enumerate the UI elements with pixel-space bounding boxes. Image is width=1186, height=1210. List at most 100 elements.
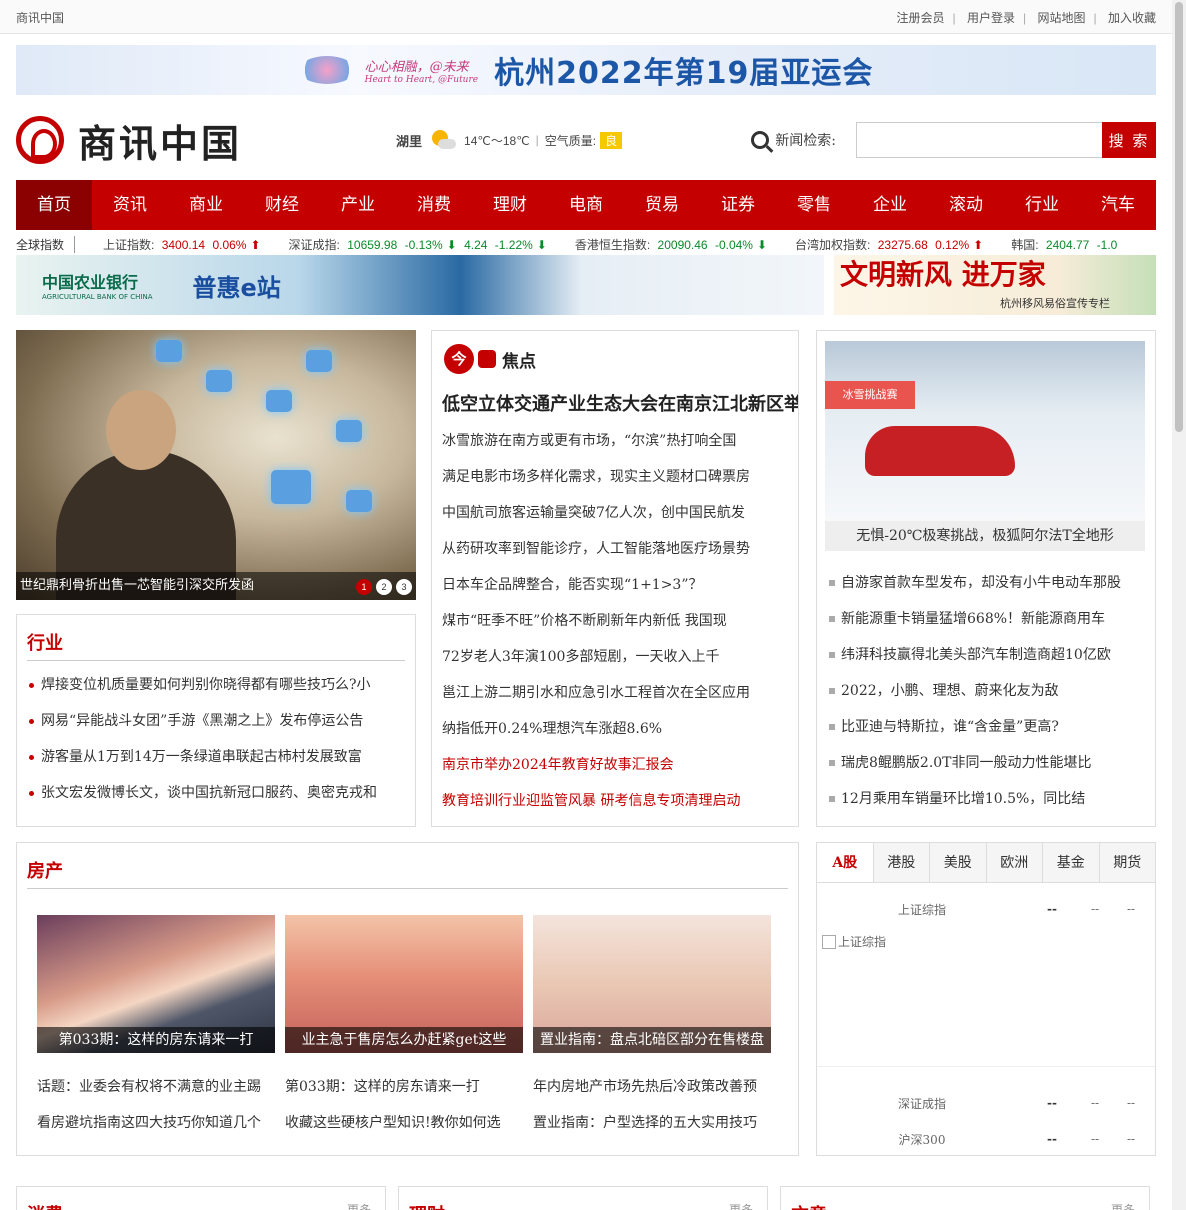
real-estate-card[interactable]: 第033期：这样的房东请来一打 — [37, 915, 275, 1053]
tab-hk-stocks[interactable]: 港股 — [872, 843, 930, 882]
ticker-item[interactable]: 香港恒生指数: 20090.46 -0.04% ⬇ — [575, 236, 767, 253]
list-item[interactable]: 煤市“旺季不旺”价格不断刷新年内新低 我国现 — [442, 603, 798, 639]
abc-brand: 普惠e站 — [192, 273, 281, 302]
site-logo[interactable]: 商讯中国 — [16, 113, 396, 168]
slider-dot[interactable]: 1 — [356, 579, 372, 595]
list-item[interactable]: 冰雪旅游在南方或更有市场，“尔滨”热打响全国 — [442, 423, 798, 459]
ticker-item[interactable]: 韩国: 2404.77 -1.0 — [1011, 236, 1117, 253]
nav-item-business[interactable]: 商业 — [168, 180, 244, 230]
ticker-item[interactable]: 上证指数: 3400.14 0.06% ⬆ — [103, 236, 261, 253]
list-item[interactable]: 纳指低开0.24%理想汽车涨超8.6% — [442, 711, 798, 747]
section-title[interactable]: 消费 — [27, 1201, 63, 1210]
nav-item-securities[interactable]: 证券 — [700, 180, 776, 230]
stock-row[interactable]: 深证成指 -- -- -- — [817, 1085, 1155, 1121]
section-title[interactable]: 方意 — [791, 1201, 827, 1210]
list-item[interactable]: 12月乘用车销量环比增10.5%，同比结 — [827, 781, 1147, 817]
tab-europe[interactable]: 欧洲 — [985, 843, 1043, 882]
nav-item-wealth[interactable]: 理财 — [472, 180, 548, 230]
aqi-badge: 良 — [600, 131, 623, 149]
more-link[interactable]: 更多 — [729, 1201, 753, 1210]
login-link[interactable]: 用户登录 — [967, 11, 1015, 25]
tab-funds[interactable]: 基金 — [1042, 843, 1099, 882]
arrow-down-icon: ⬇ — [536, 237, 547, 252]
list-item[interactable]: 话题：业委会有权将不满意的业主踢 — [37, 1069, 285, 1105]
headline-slider[interactable]: 世纪鼎利骨折出售一芯智能引深交所发函 1 2 3 — [16, 330, 416, 600]
ticker-item[interactable]: 台湾加权指数: 23275.68 0.12% ⬆ — [795, 236, 983, 253]
hologram-icon — [346, 490, 372, 512]
nav-item-ecommerce[interactable]: 电商 — [548, 180, 624, 230]
nav-item-trade[interactable]: 贸易 — [624, 180, 700, 230]
search-input[interactable] — [856, 122, 1102, 158]
arrow-up-icon: ⬆ — [973, 237, 984, 252]
slider-dot[interactable]: 2 — [376, 579, 392, 595]
more-link[interactable]: 更多 — [347, 1201, 371, 1210]
list-item[interactable]: 置业指南：户型选择的五大实用技巧 — [533, 1105, 781, 1141]
tab-us-stocks[interactable]: 美股 — [929, 843, 986, 882]
bookmark-link[interactable]: 加入收藏 — [1108, 11, 1156, 25]
sitemap-link[interactable]: 网站地图 — [1038, 11, 1086, 25]
hologram-icon — [306, 350, 332, 372]
real-estate-title[interactable]: 房产 — [27, 843, 788, 889]
stock-row[interactable]: 上证综指 -- -- -- — [817, 891, 1155, 927]
list-item[interactable]: 从药研攻率到智能诊疗，人工智能落地医疗场景势 — [442, 531, 798, 567]
auto-news-caption[interactable]: 无惧-20℃极寒挑战，极狐阿尔法T全地形 — [825, 521, 1145, 551]
asian-games-banner[interactable]: 心心相融，@未来 Heart to Heart, @Future 杭州2022年… — [16, 45, 1156, 95]
list-item[interactable]: 游客量从1万到14万一条绿道串联起古柿村发展致富 — [27, 739, 405, 775]
nav-item-rolling[interactable]: 滚动 — [928, 180, 1004, 230]
aqi-label: 空气质量: — [544, 133, 597, 148]
arrow-down-icon: ⬇ — [756, 237, 768, 252]
register-link[interactable]: 注册会员 — [897, 11, 945, 25]
list-item[interactable]: 收藏这些硬核户型知识!教你如何选 — [285, 1105, 533, 1141]
event-banner: 冰雪挑战赛 — [825, 381, 915, 409]
nav-item-retail[interactable]: 零售 — [776, 180, 852, 230]
tab-a-shares[interactable]: A股 — [817, 843, 873, 882]
list-item[interactable]: 邕江上游二期引水和应急引水工程首次在全区应用 — [442, 675, 798, 711]
stock-row[interactable]: 沪深300 -- -- -- — [817, 1121, 1155, 1157]
real-estate-card[interactable]: 置业指南：盘点北碚区部分在售楼盘 — [533, 915, 771, 1053]
section-title[interactable]: 理财 — [409, 1201, 445, 1210]
list-item[interactable]: 第033期：这样的房东请来一打 — [285, 1069, 533, 1105]
list-item[interactable]: 焊接变位机质量要如何判别你晓得都有哪些技巧么?小 — [27, 667, 405, 703]
industry-title[interactable]: 行业 — [27, 615, 405, 661]
list-item[interactable]: 看房避坑指南这四大技巧你知道几个 — [37, 1105, 285, 1141]
list-item[interactable]: 日本车企品牌整合，能否实现“1+1>3”？ — [442, 567, 798, 603]
nav-item-news[interactable]: 资讯 — [92, 180, 168, 230]
slider-dot[interactable]: 3 — [396, 579, 412, 595]
list-item[interactable]: 72岁老人3年演100多部短剧，一天收入上千 — [442, 639, 798, 675]
nav-item-home[interactable]: 首页 — [16, 180, 92, 230]
nav-item-auto[interactable]: 汽车 — [1080, 180, 1156, 230]
nav-item-finance[interactable]: 财经 — [244, 180, 320, 230]
focus-headline[interactable]: 低空立体交通产业生态大会在南京江北新区举 — [432, 387, 798, 423]
list-item[interactable]: 纬湃科技赢得北美头部汽车制造商超10亿欧 — [827, 637, 1147, 673]
logo-icon — [16, 116, 64, 164]
list-item[interactable]: 南京市举办2024年教育好故事汇报会 — [442, 747, 798, 783]
auto-news-image[interactable]: 冰雪挑战赛 — [825, 341, 1145, 521]
top-links: 注册会员 | 用户登录 | 网站地图 | 加入收藏 — [896, 10, 1156, 25]
abc-bank-ad[interactable]: 中国农业银行 AGRICULTURAL BANK OF CHINA 普惠e站 — [16, 255, 824, 315]
nav-item-enterprise[interactable]: 企业 — [852, 180, 928, 230]
more-link[interactable]: 更多 — [1111, 1201, 1135, 1210]
real-estate-card[interactable]: 业主急于售房怎么办赶紧get这些 — [285, 915, 523, 1053]
index-ticker: 全球指数 上证指数: 3400.14 0.06% ⬆ 深证成指: 10659.98… — [16, 234, 1156, 254]
list-item[interactable]: 网易“异能战斗女团”手游《黑潮之上》发布停运公告 — [27, 703, 405, 739]
list-item[interactable]: 2022，小鹏、理想、蔚来化友为敌 — [827, 673, 1147, 709]
vertical-scrollbar[interactable] — [1172, 0, 1186, 1210]
nav-item-sector[interactable]: 行业 — [1004, 180, 1080, 230]
list-item[interactable]: 自游家首款车型发布，却没有小牛电动车那股 — [827, 565, 1147, 601]
civilization-ad[interactable]: 文明新风 进万家 杭州移风易俗宣传专栏 — [834, 255, 1156, 315]
focus-title: 焦点 — [502, 351, 536, 372]
list-item[interactable]: 中国航司旅客运输量突破7亿人次，创中国民航发 — [442, 495, 798, 531]
scrollbar-thumb[interactable] — [1175, 2, 1183, 432]
search-button[interactable]: 搜 索 — [1102, 122, 1156, 158]
list-item[interactable]: 教育培训行业迎监管风暴 研考信息专项清理启动 — [442, 783, 798, 819]
list-item[interactable]: 满足电影市场多样化需求，现实主义题材口碑票房 — [442, 459, 798, 495]
list-item[interactable]: 张文宏发微博长文，谈中国抗新冠口服药、奥密克戎和 — [27, 775, 405, 811]
nav-item-consumer[interactable]: 消费 — [396, 180, 472, 230]
list-item[interactable]: 新能源重卡销量猛增668%！新能源商用车 — [827, 601, 1147, 637]
list-item[interactable]: 瑞虎8鲲鹏版2.0T非同一般动力性能堪比 — [827, 745, 1147, 781]
list-item[interactable]: 比亚迪与特斯拉，谁“含金量”更高? — [827, 709, 1147, 745]
list-item[interactable]: 年内房地产市场先热后冷政策改善预 — [533, 1069, 781, 1105]
nav-item-industry[interactable]: 产业 — [320, 180, 396, 230]
ticker-item[interactable]: 深证成指: 10659.98 -0.13% ⬇ 4.24 -1.22% ⬇ — [289, 236, 547, 253]
tab-futures[interactable]: 期货 — [1098, 843, 1156, 882]
